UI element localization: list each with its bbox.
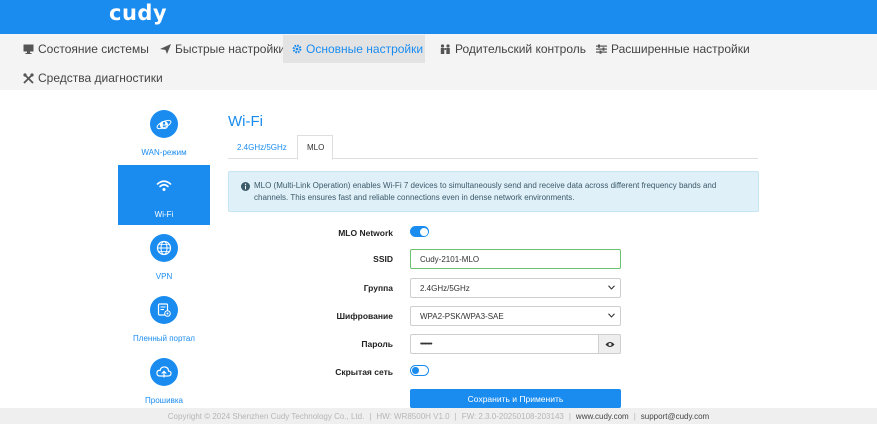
sidebar-item-label: VPN [155, 272, 173, 281]
support-email-link[interactable]: support@cudy.com [641, 412, 709, 421]
sidebar-item-wan-mode[interactable]: e WAN-режим [118, 103, 210, 163]
sidebar-item-captive-portal[interactable]: Пленный портал [118, 289, 210, 349]
password-label: Пароль [361, 339, 393, 349]
chevron-down-icon [608, 313, 615, 318]
encryption-value: WPA2-PSK/WPA3-SAE [420, 311, 504, 321]
sidebar-item-label: Прошивка [145, 396, 183, 405]
encryption-label: Шифрование [336, 311, 393, 321]
hidden-network-toggle[interactable] [410, 365, 429, 376]
svg-text:e: e [159, 116, 169, 132]
internet-explorer-icon: e [150, 110, 178, 138]
tools-icon [23, 72, 34, 84]
info-icon [241, 182, 250, 191]
sidebar-item-label: WAN-режим [141, 148, 187, 157]
nav-diagnostic-tools[interactable]: Средства диагностики [14, 64, 172, 92]
mlo-network-toggle[interactable] [410, 226, 429, 237]
website-link[interactable]: www.cudy.com [576, 412, 629, 421]
nav-basic-settings[interactable]: Основные настройки [283, 35, 425, 63]
footer-separator: | [454, 411, 457, 421]
ssid-label: SSID [373, 254, 393, 264]
mlo-info-alert: MLO (Multi-Link Operation) enables Wi-Fi… [228, 171, 759, 212]
show-password-button[interactable] [598, 334, 621, 354]
nav-parental-control[interactable]: Родительский контроль [431, 35, 595, 63]
sliders-icon [596, 44, 607, 54]
tab-2g-5g[interactable]: 2.4GHz/5GHz [228, 135, 296, 160]
nav-label: Родительский контроль [455, 42, 586, 56]
footer-separator: | [369, 411, 372, 421]
chevron-down-icon [608, 285, 615, 290]
eye-icon [605, 341, 614, 347]
ssid-value: Cudy-2101-MLO [420, 254, 480, 264]
nav-advanced-settings[interactable]: Расширенные настройки [587, 35, 759, 63]
wifi-icon [150, 172, 178, 200]
nav-label: Средства диагностики [38, 71, 163, 85]
nav-quick-setup[interactable]: Быстрые настройки [151, 35, 294, 63]
globe-icon [150, 234, 178, 262]
band-select[interactable]: 2.4GHz/5GHz [410, 278, 621, 298]
family-icon [440, 44, 450, 54]
ssid-input[interactable]: Cudy-2101-MLO [410, 249, 621, 269]
password-value: •••••••• [420, 340, 433, 348]
nav-system-status[interactable]: Состояние системы [14, 35, 158, 63]
hidden-network-label: Скрытая сеть [335, 367, 393, 377]
footer: Copyright © 2024 Shenzhen Cudy Technolog… [0, 408, 877, 424]
portal-icon [150, 296, 178, 324]
nav-label: Расширенные настройки [611, 42, 750, 56]
footer-separator: | [568, 411, 571, 421]
main-navigation: Состояние системы Быстрые настройки Осно… [0, 34, 877, 90]
paper-plane-icon [160, 44, 171, 54]
gear-icon [292, 44, 302, 54]
cloud-upload-icon [150, 358, 178, 386]
top-header: cudy [0, 0, 877, 34]
sidebar-item-label: Wi-Fi [154, 210, 174, 219]
band-tabs: 2.4GHz/5GHz MLO [228, 135, 758, 160]
footer-separator: | [633, 411, 636, 421]
page-title: Wi-Fi [228, 113, 263, 130]
cudy-logo[interactable]: cudy [109, 1, 167, 25]
band-value: 2.4GHz/5GHz [420, 283, 470, 293]
sidebar-item-wifi[interactable]: Wi-Fi [118, 165, 210, 225]
nav-label: Быстрые настройки [175, 42, 286, 56]
copyright-text: Copyright © 2024 Shenzhen Cudy Technolog… [167, 411, 365, 421]
band-label: Группа [363, 283, 393, 293]
save-apply-button[interactable]: Сохранить и Применить [410, 389, 621, 408]
sidebar-item-vpn[interactable]: VPN [118, 227, 210, 287]
tab-mlo[interactable]: MLO [297, 135, 333, 160]
hardware-version: HW: WR8500H V1.0 [376, 411, 450, 421]
sidebar-item-firmware[interactable]: Прошивка [118, 351, 210, 411]
encryption-select[interactable]: WPA2-PSK/WPA3-SAE [410, 306, 621, 326]
mlo-network-label: MLO Network [338, 228, 393, 238]
monitor-icon [23, 44, 34, 54]
nav-label: Состояние системы [38, 42, 149, 56]
password-input[interactable]: •••••••• [410, 334, 621, 354]
nav-label: Основные настройки [306, 42, 424, 56]
firmware-version: FW: 2.3.0-20250108-203143 [461, 411, 564, 421]
sidebar-item-label: Пленный портал [133, 334, 195, 343]
info-text: MLO (Multi-Link Operation) enables Wi-Fi… [254, 181, 717, 202]
